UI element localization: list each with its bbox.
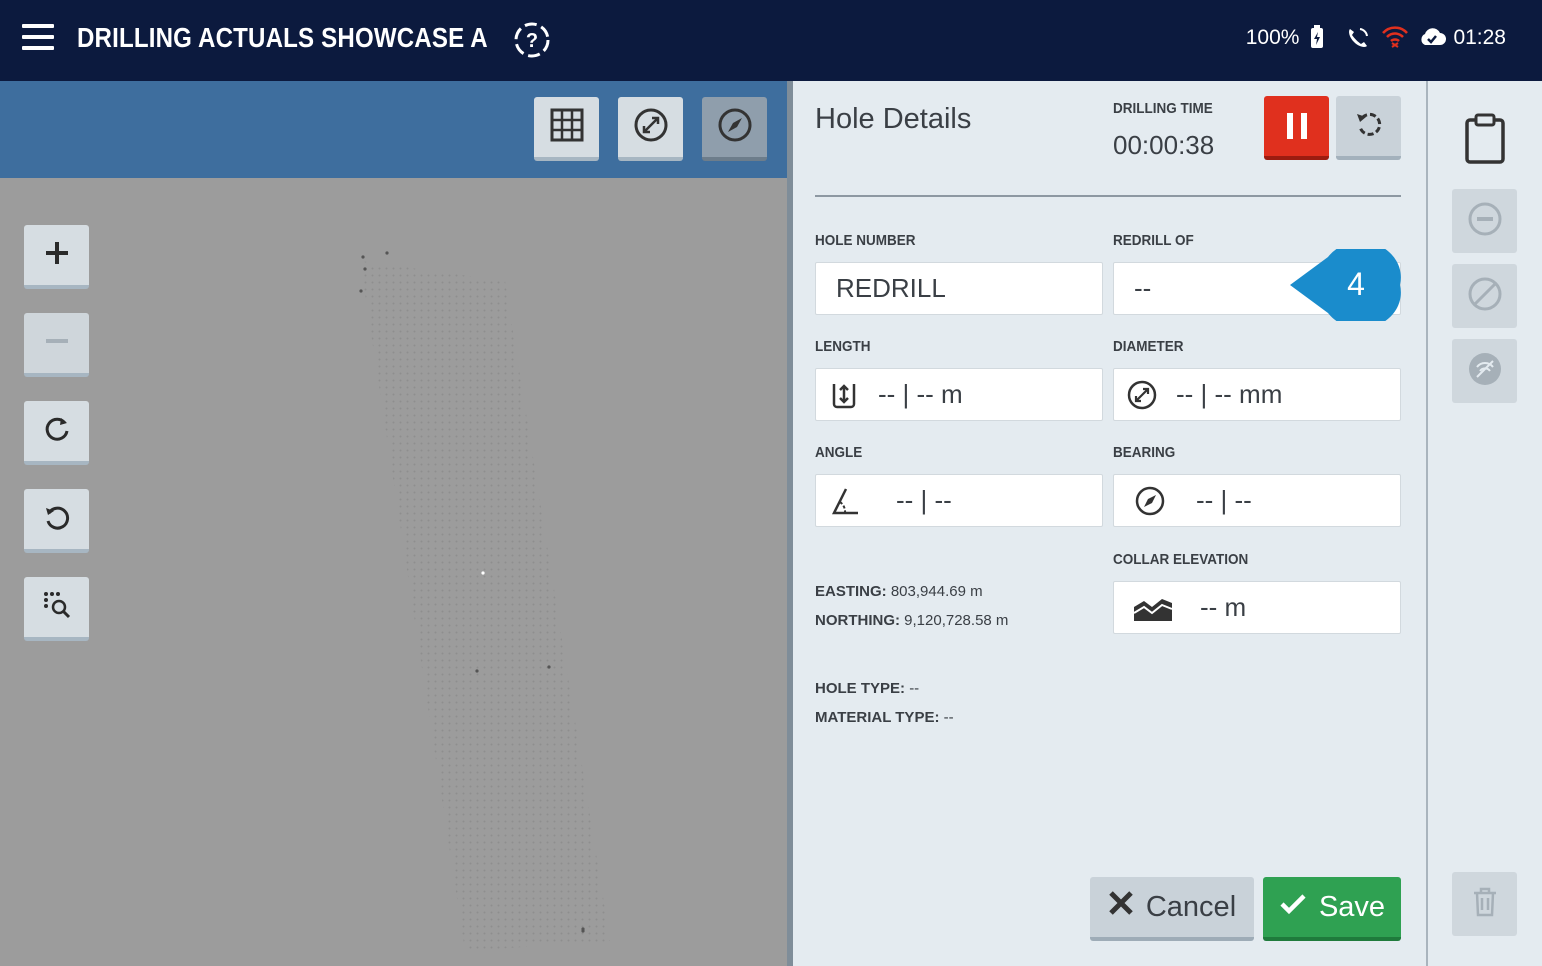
zoom-to-holes-button[interactable] (24, 577, 89, 641)
redrill-of-value: -- (1134, 273, 1152, 303)
drilling-time-label: DRILLING TIME (1113, 100, 1213, 117)
pause-icon (1286, 113, 1293, 139)
grid-view-icon (549, 107, 585, 148)
bearing-icon (1134, 485, 1166, 517)
help-icon[interactable]: ? (512, 20, 552, 60)
no-signal-button[interactable] (1452, 339, 1517, 403)
angle-label: ANGLE (815, 444, 863, 461)
callout-number: 4 (1347, 266, 1365, 302)
hole-number-field[interactable]: REDRILL (815, 262, 1103, 315)
trash-icon (1471, 886, 1499, 923)
collar-elevation-value: -- m (1200, 592, 1247, 622)
material-type-value: -- (943, 709, 954, 726)
panel-title: Hole Details (815, 103, 972, 135)
svg-text:?: ? (526, 30, 538, 52)
battery-icon (1309, 25, 1335, 51)
reset-icon (1354, 109, 1384, 144)
hole-number-value: REDRILL (836, 273, 946, 303)
map-toolbar (0, 81, 788, 178)
close-icon (1108, 890, 1134, 924)
reset-timer-button[interactable] (1336, 96, 1401, 160)
right-rail (1428, 81, 1542, 966)
top-bar: DRILLING ACTUALS SHOWCASE A ? 100% 01:28 (0, 0, 1542, 81)
material-type: MATERIAL TYPE: -- (815, 709, 954, 726)
header-separator (815, 195, 1401, 197)
slash-circle-button[interactable] (1452, 264, 1517, 328)
elevation-icon (1132, 592, 1174, 624)
phone-icon (1345, 25, 1371, 51)
battery-level: 100% (1245, 26, 1300, 49)
diameter-label: DIAMETER (1113, 338, 1184, 355)
diameter-field[interactable]: -- | -- mm (1113, 368, 1401, 421)
app-title: DRILLING ACTUALS SHOWCASE A (77, 22, 488, 53)
menu-icon[interactable] (22, 24, 54, 54)
bearing-field[interactable]: -- | -- (1113, 474, 1401, 527)
minus-circle-button[interactable] (1452, 189, 1517, 253)
length-label: LENGTH (815, 338, 871, 355)
collar-elevation-label: COLLAR ELEVATION (1113, 551, 1249, 568)
northing: NORTHING: 9,120,728.58 m (815, 612, 1008, 629)
diameter-value: -- | -- mm (1176, 379, 1283, 409)
hole-number-label: HOLE NUMBER (815, 232, 916, 249)
bearing-value: -- | -- (1196, 485, 1252, 515)
easting: EASTING: 803,944.69 m (815, 583, 983, 600)
zoom-in-icon (43, 239, 71, 272)
zoom-to-holes-icon (42, 590, 72, 625)
zoom-in-button[interactable] (24, 225, 89, 289)
rotate-clockwise-icon (42, 414, 72, 449)
hole-type-label: HOLE TYPE: (815, 680, 906, 697)
angle-field[interactable]: -- | -- (815, 474, 1103, 527)
slash-circle-icon (1467, 276, 1503, 317)
hole-type-value: -- (909, 680, 920, 697)
clock: 01:28 (1453, 26, 1506, 49)
pause-button[interactable] (1264, 96, 1329, 160)
compass-view-button[interactable] (702, 97, 767, 161)
rotate-clockwise-button[interactable] (24, 401, 89, 465)
delete-button[interactable] (1452, 872, 1517, 936)
angle-icon (828, 485, 860, 517)
diameter-icon (1126, 379, 1158, 411)
compass-icon (716, 106, 754, 149)
angle-value: -- | -- (896, 485, 952, 515)
collar-elevation-field[interactable]: -- m (1113, 581, 1401, 634)
rotate-counterclockwise-icon (42, 502, 72, 537)
grid-view-button[interactable] (534, 97, 599, 161)
hole-type: HOLE TYPE: -- (815, 680, 919, 697)
drilling-time-value: 00:00:38 (1113, 130, 1215, 160)
diameter-icon (632, 106, 670, 149)
length-icon (828, 379, 860, 411)
minus-circle-icon (1467, 201, 1503, 242)
status-area: 100% 01:28 (1246, 25, 1506, 51)
cancel-button[interactable]: Cancel (1090, 877, 1254, 941)
northing-value: 9,120,728.58 m (904, 612, 1009, 629)
easting-label: EASTING: (815, 583, 887, 600)
map-view[interactable] (0, 81, 788, 966)
save-label: Save (1318, 890, 1386, 923)
cloud-sync-icon (1417, 25, 1447, 51)
drill-pattern (359, 251, 610, 951)
diameter-view-button[interactable] (618, 97, 683, 161)
bearing-label: BEARING (1113, 444, 1176, 461)
hole-details-panel: Hole Details DRILLING TIME 00:00:38 HOLE… (793, 81, 1426, 966)
wifi-icon (1381, 25, 1409, 51)
length-value: -- | -- m (878, 379, 963, 409)
no-signal-icon (1467, 351, 1503, 392)
easting-value: 803,944.69 m (890, 583, 983, 600)
material-type-label: MATERIAL TYPE: (815, 709, 940, 726)
length-field[interactable]: -- | -- m (815, 368, 1103, 421)
zoom-out-button[interactable] (24, 313, 89, 377)
clipboard-icon[interactable] (1464, 113, 1506, 165)
save-button[interactable]: Save (1263, 877, 1401, 941)
northing-label: NORTHING: (815, 612, 900, 629)
check-icon (1279, 891, 1307, 924)
redrill-of-label: REDRILL OF (1113, 232, 1194, 249)
cancel-label: Cancel (1145, 890, 1237, 923)
rotate-counterclockwise-button[interactable] (24, 489, 89, 553)
zoom-out-icon (43, 327, 71, 360)
